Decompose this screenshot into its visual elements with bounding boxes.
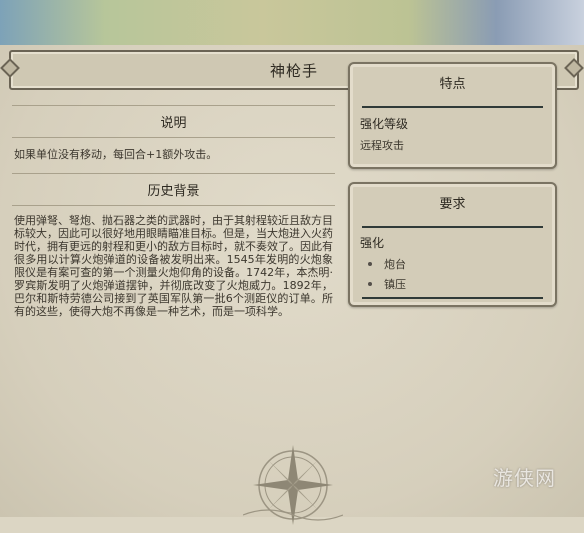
civilopedia-page: 神枪手 说明 如果单位没有移动，每回合+1额外攻击。 历史背景 使用弹弩、弩炮、… — [0, 45, 584, 525]
page-title: 神枪手 — [269, 61, 318, 80]
requirement-item-label: 镇压 — [384, 278, 406, 291]
requirement-item[interactable]: 镇压 — [350, 274, 555, 294]
compass-rose-icon — [243, 445, 343, 525]
traits-item[interactable]: 远程攻击 — [350, 132, 555, 153]
bullet-icon — [368, 282, 372, 286]
main-content: 说明 如果单位没有移动，每回合+1额外攻击。 历史背景 使用弹弩、弩炮、抛石器之… — [12, 105, 335, 326]
description-heading: 说明 — [12, 105, 335, 138]
traits-subheading: 强化等级 — [360, 117, 409, 131]
description-text: 如果单位没有移动，每回合+1额外攻击。 — [14, 148, 218, 161]
traits-heading: 特点 — [439, 77, 466, 92]
bullet-icon — [368, 262, 372, 266]
traits-panel: 特点 强化等级 远程攻击 — [348, 62, 557, 169]
map-background — [0, 0, 584, 48]
history-heading: 历史背景 — [12, 173, 335, 206]
requirement-item-label: 炮台 — [384, 258, 406, 271]
watermark-logo: 游侠网 — [493, 466, 556, 490]
requirements-bottom-divider — [362, 297, 543, 299]
requirement-item[interactable]: 炮台 — [350, 254, 555, 274]
history-text: 使用弹弩、弩炮、抛石器之类的武器时，由于其射程较近且敌方目标较大，因此可以很好地… — [14, 214, 333, 318]
requirements-heading: 要求 — [439, 197, 466, 212]
requirements-panel: 要求 强化 炮台 镇压 — [348, 182, 557, 307]
requirements-subheading: 强化 — [360, 236, 385, 250]
